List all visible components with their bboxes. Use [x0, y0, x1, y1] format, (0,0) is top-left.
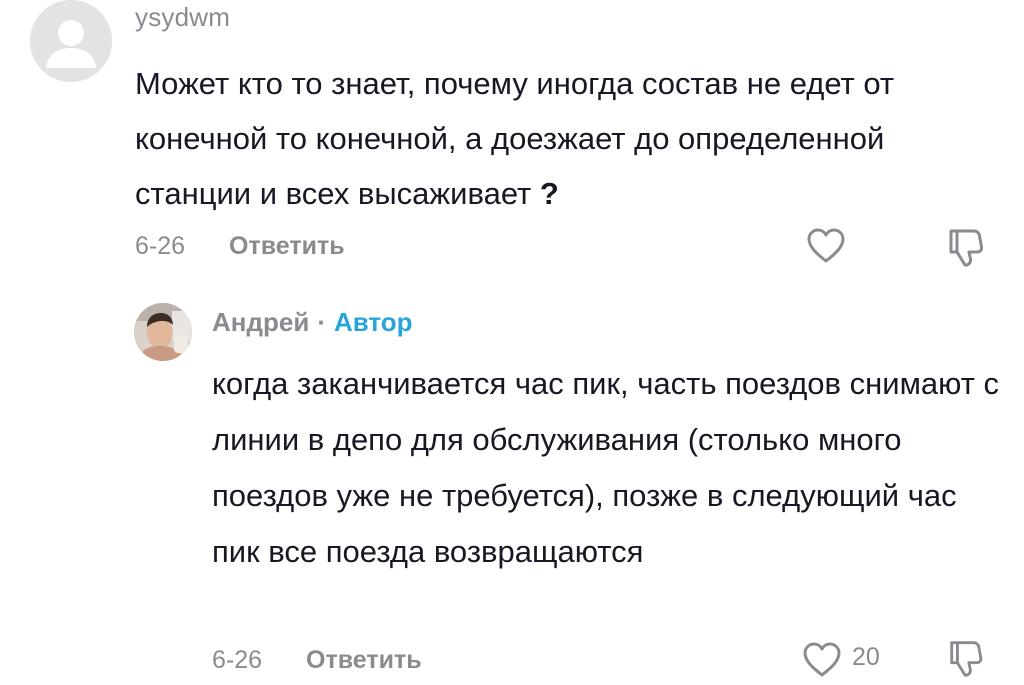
- reply-header: Андрей · Автор: [212, 307, 413, 338]
- heart-outline-icon: [807, 228, 845, 263]
- comment-dislike-button[interactable]: [944, 224, 988, 268]
- commenter-avatar[interactable]: [30, 0, 112, 82]
- comment-like-button[interactable]: [805, 226, 847, 266]
- comment-text: Может кто то знает, почему иногда состав…: [135, 56, 995, 221]
- author-badge: Автор: [333, 307, 413, 337]
- reply-reply-button[interactable]: Ответить: [306, 646, 422, 675]
- reply-date: 6-26: [212, 645, 263, 674]
- reply-text: когда заканчивается час пик, часть поезд…: [212, 366, 1000, 569]
- reply-meta: 6-26 Ответить: [212, 642, 422, 678]
- heart-outline-icon: [803, 642, 841, 677]
- comment-username[interactable]: ysydwm: [135, 2, 230, 33]
- reply-username[interactable]: Андрей: [212, 307, 309, 338]
- reply-like-count: 20: [852, 643, 880, 671]
- reply-dislike-button[interactable]: [944, 636, 988, 678]
- user-photo-avatar: [134, 303, 192, 361]
- comment-text-end: ?: [531, 176, 559, 211]
- thumbs-down-icon: [950, 641, 983, 677]
- comment-date: 6-26: [135, 231, 186, 260]
- reply-separator: ·: [317, 307, 326, 337]
- default-avatar-icon: [30, 0, 112, 82]
- thumbs-down-icon: [949, 229, 984, 267]
- reply-like-button[interactable]: [801, 640, 843, 680]
- comment-reply-button[interactable]: Ответить: [229, 232, 345, 261]
- comment-meta: 6-26 Ответить: [135, 228, 345, 264]
- reply-avatar[interactable]: [134, 303, 192, 361]
- comment-text-main: Может кто то знает, почему иногда состав…: [135, 66, 895, 211]
